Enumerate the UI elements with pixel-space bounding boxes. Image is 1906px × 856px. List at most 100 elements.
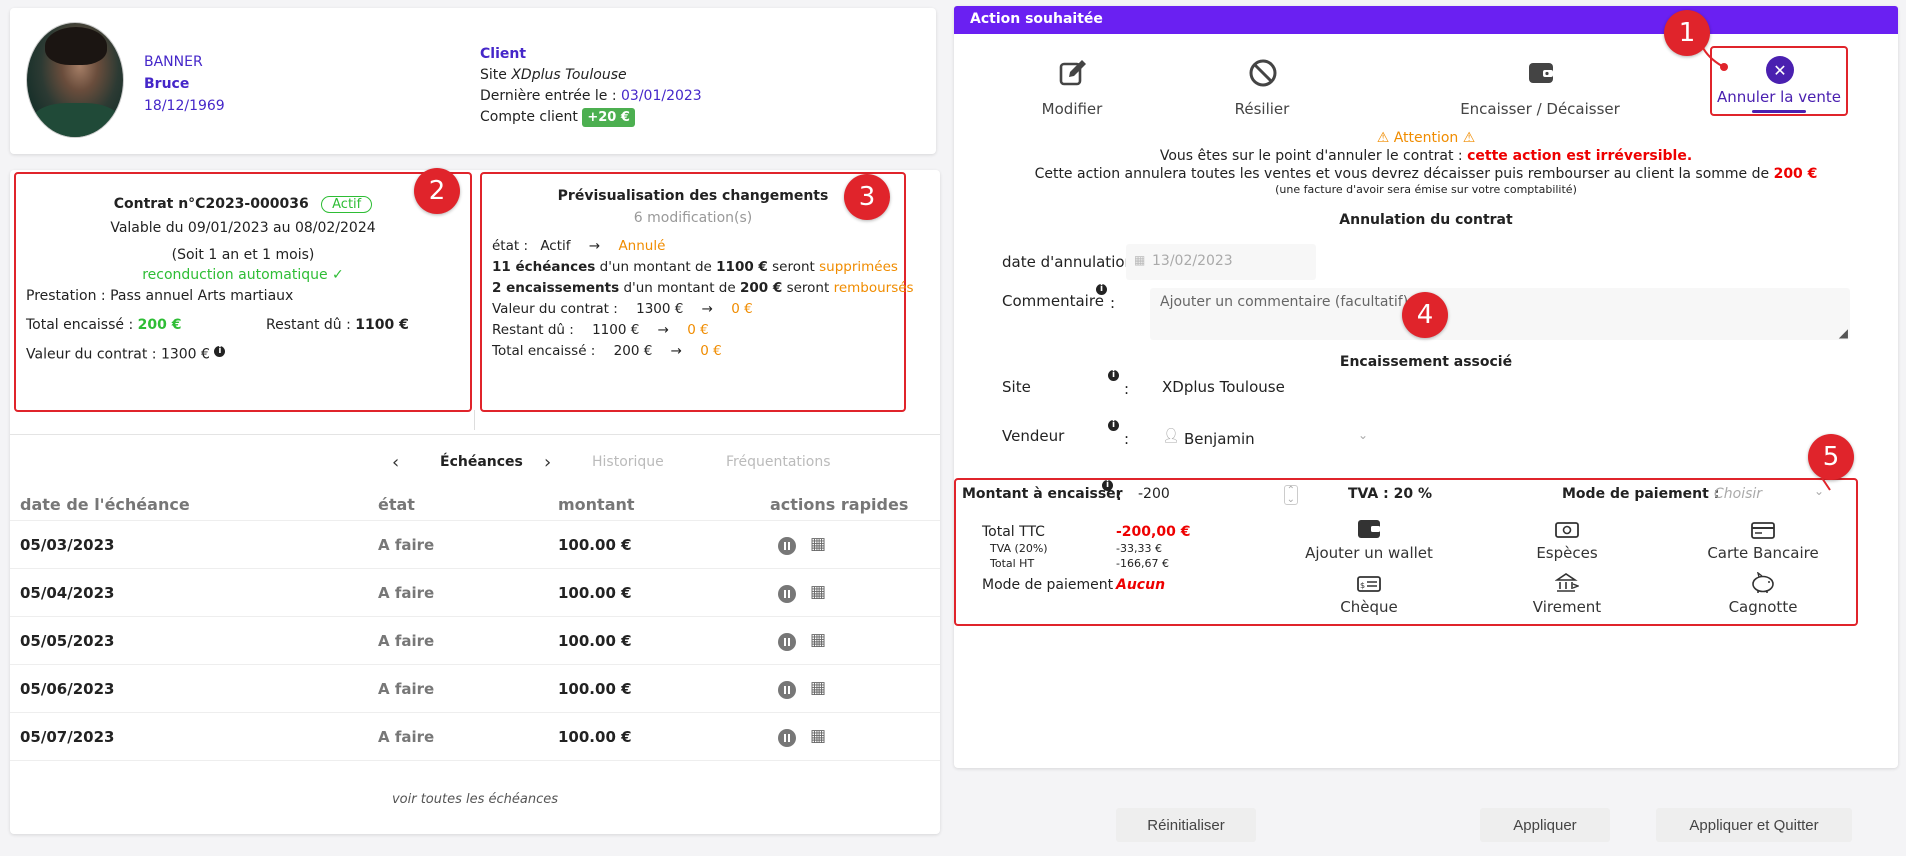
warning-text: Vous êtes sur le point d'annuler le cont…	[1159, 148, 1463, 164]
comment-placeholder: Ajouter un commentaire (facultatif)	[1160, 294, 1409, 310]
comment-textarea[interactable]: Ajouter un commentaire (facultatif) ◢	[1150, 288, 1850, 340]
installments-action: supprimées	[819, 259, 898, 275]
cash-register-icon[interactable]: ▦	[810, 678, 826, 698]
pay-cash[interactable]: Espèces	[1492, 518, 1642, 568]
preview-count: 6 modification(s)	[633, 210, 753, 226]
client-card: BANNER Bruce 18/12/1969 Client Site XDpl…	[10, 8, 936, 154]
annotation-pointer	[1821, 477, 1831, 491]
info-icon[interactable]: i	[1096, 284, 1107, 295]
info-icon[interactable]: i	[1102, 480, 1113, 491]
cash-register-icon[interactable]: ▦	[810, 726, 826, 746]
client-birth-date: 18/12/1969	[144, 98, 225, 114]
site-label: Site	[1002, 378, 1031, 396]
pause-icon[interactable]	[778, 633, 796, 651]
tab-prev-arrow[interactable]: ‹	[392, 452, 399, 473]
row-divider	[10, 760, 940, 761]
cancel-date-label: date d'annulation :	[1002, 253, 1144, 271]
pay-card[interactable]: Carte Bancaire	[1688, 518, 1838, 568]
refund-text: Cette action annulera toutes les ventes …	[1034, 166, 1770, 182]
tab-attendance[interactable]: Fréquentations	[726, 454, 831, 470]
pause-icon[interactable]	[778, 681, 796, 699]
preview-value-from: 1300 €	[636, 301, 684, 317]
preview-payments-line: 2 encaissements d'un montant de 200 € se…	[492, 280, 914, 296]
resize-handle-icon[interactable]: ◢	[1839, 326, 1848, 340]
pay-wallet[interactable]: Ajouter un wallet	[1294, 518, 1444, 568]
arrow-icon: →	[701, 301, 713, 317]
info-icon[interactable]: i	[214, 346, 226, 357]
tab-installments[interactable]: Échéances	[440, 454, 523, 470]
cash-register-icon[interactable]: ▦	[810, 630, 826, 650]
installments-count: 11 échéances	[492, 259, 596, 275]
pay-transfer[interactable]: Virement	[1492, 572, 1642, 622]
amount-input[interactable]: -200 ⌃ ⌄	[1132, 482, 1302, 508]
table-row: 05/07/2023 A faire 100.00 € ▦	[10, 712, 940, 760]
see-all-installments-link[interactable]: voir toutes les échéances	[10, 792, 940, 807]
apply-button[interactable]: Appliquer	[1480, 808, 1610, 842]
annotation-badge-4: 4	[1402, 292, 1448, 338]
account-balance-badge: +20 €	[582, 108, 635, 127]
arrow-icon: →	[588, 238, 601, 254]
client-site: Site XDplus Toulouse	[480, 67, 627, 83]
pause-icon[interactable]	[778, 729, 796, 747]
warning-line-3: (une facture d'avoir sera émise sur votr…	[1275, 183, 1577, 196]
piggy-bank-icon	[1752, 572, 1774, 593]
reset-button[interactable]: Réinitialiser	[1116, 808, 1256, 842]
cash-register-icon[interactable]: ▦	[810, 582, 826, 602]
prestation-label: Prestation :	[26, 288, 106, 304]
credit-card-icon	[1751, 522, 1775, 539]
pay-method-label: Chèque	[1340, 598, 1398, 616]
divider	[10, 434, 940, 435]
preview-value-label: Valeur du contrat :	[492, 301, 618, 317]
contract-remaining: Restant dû : 1100 €	[266, 317, 409, 333]
bank-transfer-icon	[1555, 573, 1579, 592]
divider	[474, 410, 475, 430]
contract-title-line: Contrat n°C2023-000036 Actif	[16, 196, 470, 213]
info-icon[interactable]: i	[1108, 370, 1119, 381]
seller-colon: :	[1124, 430, 1130, 448]
installments-amount: 1100 €	[716, 259, 768, 275]
col-header-date: date de l'échéance	[20, 495, 190, 514]
row-date: 05/05/2023	[20, 632, 115, 650]
preview-value-to: 0 €	[731, 301, 753, 317]
state-label: état :	[492, 238, 529, 254]
row-divider	[10, 616, 940, 617]
state-from: Actif	[540, 238, 571, 254]
pause-icon[interactable]	[778, 537, 796, 555]
cash-register-icon[interactable]: ▦	[810, 534, 826, 554]
action-modify[interactable]: Modifier	[1002, 56, 1142, 126]
contract-prestation: Prestation : Pass annuel Arts martiaux	[26, 288, 293, 304]
apply-and-quit-button[interactable]: Appliquer et Quitter	[1656, 808, 1852, 842]
table-row: 05/06/2023 A faire 100.00 € ▦	[10, 664, 940, 712]
installments-mid: d'un montant de	[599, 259, 712, 275]
contract-panel: Contrat n°C2023-000036 Actif Valable du …	[10, 168, 940, 834]
tab-history[interactable]: Historique	[592, 454, 664, 470]
calendar-icon: ▦	[1134, 253, 1146, 267]
action-terminate[interactable]: Résilier	[1192, 56, 1332, 126]
payments-amount: 200 €	[739, 280, 783, 296]
pay-kitty[interactable]: Cagnotte	[1688, 572, 1838, 622]
action-cash[interactable]: Encaisser / Décaisser	[1450, 56, 1630, 126]
action-label: Résilier	[1234, 100, 1290, 118]
info-icon[interactable]: i	[1108, 420, 1119, 431]
payments-action: remboursés	[833, 280, 914, 296]
arrow-icon: →	[657, 322, 669, 338]
warning-line-2: Cette action annulera toutes les ventes …	[954, 166, 1898, 182]
pause-icon[interactable]	[778, 585, 796, 603]
cancel-date-input[interactable]: ▦ 13/02/2023	[1126, 244, 1316, 280]
edit-icon	[1059, 60, 1086, 86]
contract-value-label: Valeur du contrat :	[26, 346, 157, 363]
pay-cheque[interactable]: $ Chèque	[1294, 572, 1444, 622]
tva-label: TVA : 20 %	[1348, 486, 1432, 502]
number-stepper-icon[interactable]: ⌃ ⌄	[1283, 485, 1298, 505]
annotation-badge-2: 2	[414, 168, 460, 214]
row-amount: 100.00 €	[558, 680, 632, 698]
pay-method-label: Virement	[1532, 598, 1602, 616]
tva-line-label: TVA (20%)	[990, 542, 1048, 555]
preview-title: Prévisualisation des changements	[557, 188, 829, 204]
seller-select[interactable]: 👤︎ Benjamin ⌄	[1158, 418, 1378, 454]
client-account: Compte client +20 €	[480, 108, 635, 127]
close-circle-icon: ✕	[1766, 56, 1794, 84]
wallet-icon	[1529, 63, 1553, 83]
payment-mode-select[interactable]: Choisir ⌄	[1710, 482, 1830, 508]
tab-next-arrow[interactable]: ›	[544, 452, 551, 473]
